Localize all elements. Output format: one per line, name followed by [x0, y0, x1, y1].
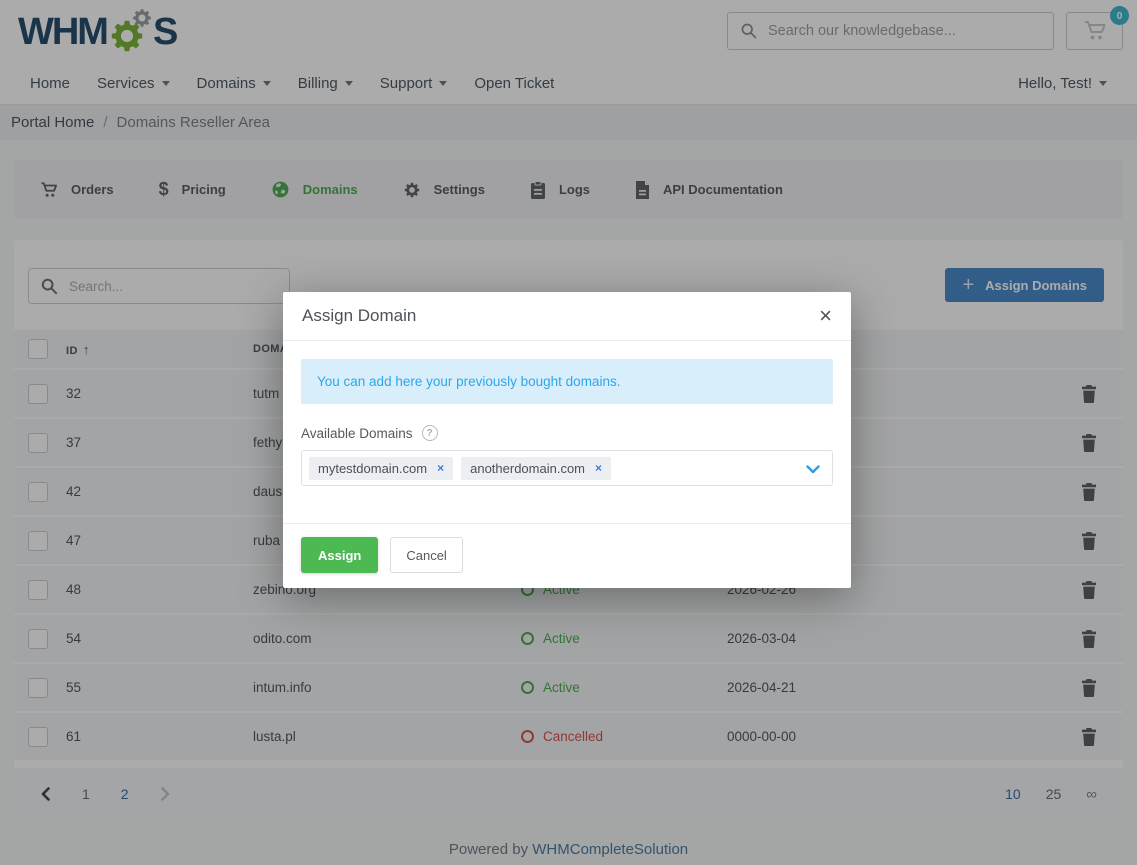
remove-tag-icon[interactable]: ×: [595, 461, 602, 475]
domain-tag: anotherdomain.com ×: [461, 457, 611, 480]
available-domains-label: Available Domains: [301, 426, 413, 441]
modal-title: Assign Domain: [302, 306, 416, 326]
assign-button[interactable]: Assign: [301, 537, 378, 573]
cancel-button[interactable]: Cancel: [390, 537, 462, 573]
modal-header: Assign Domain ×: [283, 292, 851, 341]
remove-tag-icon[interactable]: ×: [437, 461, 444, 475]
chevron-down-icon: [806, 465, 820, 474]
modal-body: You can add here your previously bought …: [283, 341, 851, 523]
available-domains-select[interactable]: mytestdomain.com × anotherdomain.com ×: [301, 450, 833, 486]
close-icon[interactable]: ×: [819, 305, 832, 327]
domain-tag: mytestdomain.com ×: [309, 457, 453, 480]
help-icon[interactable]: ?: [422, 425, 438, 441]
modal-footer: Assign Cancel: [283, 523, 851, 588]
info-alert: You can add here your previously bought …: [301, 359, 833, 404]
assign-domain-modal: Assign Domain × You can add here your pr…: [283, 292, 851, 588]
